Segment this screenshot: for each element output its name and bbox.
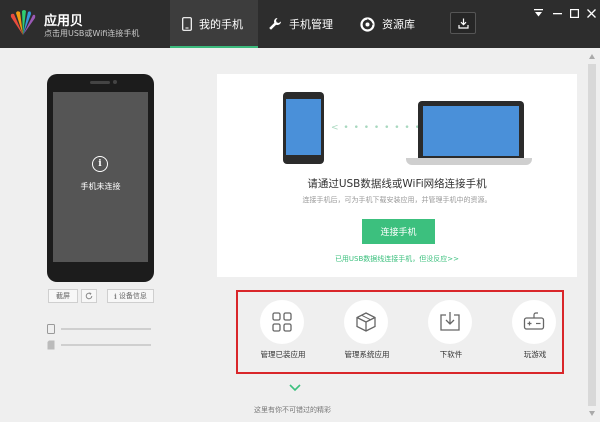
info-icon: i bbox=[92, 156, 108, 172]
quick-action-icon-circle bbox=[512, 300, 556, 344]
laptop-illustration bbox=[418, 101, 524, 159]
laptop-illustration-screen bbox=[423, 106, 519, 156]
usb-no-response-link[interactable]: 已用USB数据线连接手机，但没反应>> bbox=[217, 254, 577, 264]
more-content-hint: 这里有你不可错过的精彩 bbox=[254, 406, 331, 414]
minimize-button[interactable] bbox=[550, 6, 564, 20]
chevron-down-icon[interactable] bbox=[288, 383, 302, 393]
menu-icon bbox=[533, 8, 543, 16]
quick-action-label: 玩游戏 bbox=[523, 350, 547, 359]
maximize-button[interactable] bbox=[567, 6, 581, 20]
scroll-up-arrow-icon[interactable] bbox=[589, 54, 595, 59]
vertical-scrollbar[interactable] bbox=[587, 52, 597, 420]
maximize-icon bbox=[569, 8, 579, 18]
sd-storage-bar bbox=[61, 344, 151, 346]
app-subtitle[interactable]: 点击用USB或Wifi连接手机 bbox=[44, 28, 139, 39]
quick-action-icon-circle bbox=[344, 300, 388, 344]
device-info-button[interactable]: i 设备信息 bbox=[107, 289, 154, 303]
app-logo-icon bbox=[10, 10, 36, 36]
sd-card-icon bbox=[47, 340, 55, 350]
title-bar: 应用贝 点击用USB或Wifi连接手机 我的手机 手机管理 资源库 bbox=[0, 0, 600, 48]
refresh-icon bbox=[85, 292, 93, 300]
quick-action-play-games[interactable]: 玩游戏 bbox=[496, 300, 574, 370]
phone-status-text: 手机未连接 bbox=[80, 182, 121, 191]
quick-actions-panel: 管理已装应用 管理系统应用 下软件 玩游戏 bbox=[236, 290, 564, 374]
laptop-illustration-base bbox=[406, 158, 532, 165]
phone-storage-bar bbox=[61, 328, 151, 330]
device-info-button-label: 设备信息 bbox=[118, 292, 147, 300]
screenshot-button-label: 截屏 bbox=[56, 292, 70, 300]
phone-speaker bbox=[90, 81, 110, 84]
quick-action-icon-circle bbox=[260, 300, 304, 344]
box-icon bbox=[356, 312, 376, 332]
minimize-icon bbox=[552, 12, 562, 14]
resource-icon bbox=[360, 16, 375, 32]
download-icon bbox=[457, 18, 469, 29]
tab-my-phone[interactable]: 我的手机 bbox=[170, 0, 258, 48]
tab-resource-library[interactable]: 资源库 bbox=[354, 0, 444, 48]
download-manager-button[interactable] bbox=[450, 12, 476, 34]
phone-camera bbox=[113, 80, 117, 84]
phone-icon bbox=[182, 17, 192, 31]
close-icon bbox=[586, 8, 596, 18]
download-tray-icon bbox=[440, 312, 460, 331]
quick-action-manage-system-apps[interactable]: 管理系统应用 bbox=[328, 300, 406, 370]
quick-action-manage-installed-apps[interactable]: 管理已装应用 bbox=[244, 300, 322, 370]
tab-resource-library-label: 资源库 bbox=[382, 18, 415, 31]
close-button[interactable] bbox=[584, 6, 598, 20]
connect-card: < • • • • • • • • > 请通过USB数据线或WiFi网络连接手机… bbox=[217, 74, 577, 277]
connect-phone-button[interactable]: 连接手机 bbox=[362, 219, 435, 244]
grid-icon bbox=[272, 312, 292, 332]
connect-title: 请通过USB数据线或WiFi网络连接手机 bbox=[307, 178, 487, 190]
screenshot-button[interactable]: 截屏 bbox=[48, 289, 78, 303]
connect-description: 连接手机后，可为手机下载安装应用，并管理手机中的资源。 bbox=[302, 196, 492, 204]
phone-preview: i 手机未连接 bbox=[47, 74, 154, 282]
quick-action-download-software[interactable]: 下软件 bbox=[412, 300, 490, 370]
quick-action-icon-circle bbox=[428, 300, 472, 344]
menu-button[interactable] bbox=[531, 6, 545, 20]
gamepad-icon bbox=[523, 312, 545, 330]
app-title: 应用贝 bbox=[44, 14, 84, 29]
tab-my-phone-label: 我的手机 bbox=[199, 18, 243, 31]
device-info-icon: i bbox=[114, 291, 117, 301]
scroll-down-arrow-icon[interactable] bbox=[589, 411, 595, 416]
phone-illustration-screen bbox=[286, 99, 321, 155]
phone-screen: i 手机未连接 bbox=[53, 92, 148, 262]
phone-illustration bbox=[283, 92, 324, 164]
tab-phone-manage[interactable]: 手机管理 bbox=[262, 0, 352, 48]
tab-phone-manage-label: 手机管理 bbox=[289, 18, 333, 31]
scrollbar-thumb[interactable] bbox=[588, 64, 596, 406]
wrench-icon bbox=[269, 18, 281, 30]
refresh-button[interactable] bbox=[81, 289, 97, 303]
phone-storage-icon bbox=[47, 324, 55, 334]
